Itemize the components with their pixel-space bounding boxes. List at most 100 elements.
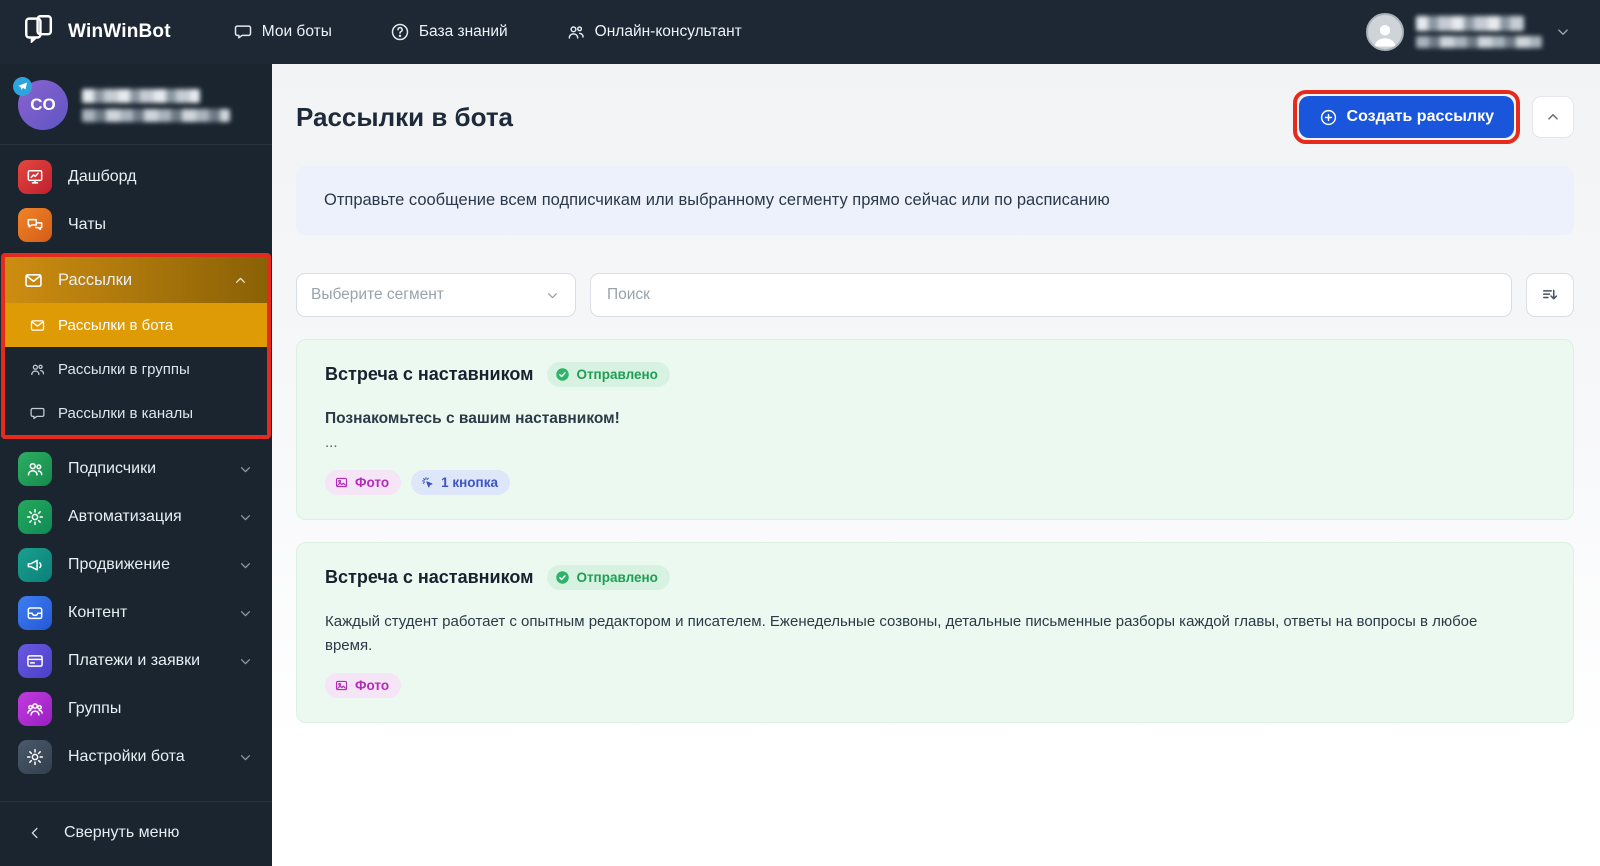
- gear-icon: [18, 500, 52, 534]
- broadcast-message-line: Познакомьтесь с вашим наставником!: [325, 410, 620, 427]
- sidebar-item-promotion[interactable]: Продвижение: [0, 541, 272, 589]
- sidebar-subitem-broadcasts-groups[interactable]: Рассылки в группы: [5, 347, 267, 391]
- broadcast-list: Встреча с наставником Отправлено Познакомь…: [296, 339, 1574, 723]
- sidebar-item-label: Настройки бота: [68, 748, 185, 765]
- chevron-down-icon: [237, 605, 254, 622]
- broadcast-message-preview: Познакомьтесь с вашим наставником!...: [325, 407, 1515, 454]
- sidebar-item-bot-settings[interactable]: Настройки бота: [0, 733, 272, 781]
- redacted-text-block: [1416, 36, 1542, 48]
- broadcast-title: Встреча с наставником: [325, 567, 534, 588]
- megaphone-icon: [18, 548, 52, 582]
- chat-bubble-icon: [233, 22, 253, 42]
- segment-select[interactable]: Выберите сегмент: [296, 273, 576, 317]
- account-initials: CO: [30, 95, 56, 114]
- sidebar-menu-bottom: Подписчики Автоматизация Продвижение Контен…: [0, 443, 272, 781]
- check-circle-icon: [555, 367, 570, 382]
- nav-item-label: База знаний: [418, 23, 508, 40]
- broadcasts-group-annotation: Рассылки Рассылки в бота Рассылки в группы…: [1, 253, 271, 439]
- sidebar-item-payments[interactable]: Платежи и заявки: [0, 637, 272, 685]
- question-circle-icon: [390, 22, 410, 42]
- chevron-down-icon: [544, 287, 561, 304]
- sidebar-item-label: Подписчики: [68, 460, 157, 477]
- sidebar-item-automation[interactable]: Автоматизация: [0, 493, 272, 541]
- subscribers-icon: [18, 452, 52, 486]
- sidebar-item-subscribers[interactable]: Подписчики: [0, 445, 272, 493]
- click-icon: [420, 475, 435, 490]
- sidebar-subitem-label: Рассылки в бота: [58, 316, 174, 334]
- sidebar-item-dashboard[interactable]: Дашборд: [0, 153, 272, 201]
- create-broadcast-label: Создать рассылку: [1346, 108, 1494, 125]
- tag-label: Фото: [355, 677, 390, 693]
- broadcast-title: Встреча с наставником: [325, 364, 534, 384]
- tag-button: 1 кнопка: [411, 470, 510, 496]
- brand-label: WinWinBot: [68, 21, 171, 42]
- chevron-down-icon: [237, 557, 254, 574]
- sidebar-item-label: Дашборд: [68, 168, 137, 185]
- chevron-down-icon: [237, 749, 254, 766]
- info-banner-text: Отправьте сообщение всем подписчикам или…: [324, 191, 1110, 209]
- brand[interactable]: WinWinBot: [22, 12, 171, 52]
- photo-icon: [334, 678, 349, 693]
- broadcast-card[interactable]: Встреча с наставником Отправлено Познакомь…: [296, 339, 1574, 521]
- nav-item-my-bots[interactable]: Мои боты: [233, 22, 332, 42]
- create-button-annotation: Создать рассылку: [1292, 90, 1520, 144]
- chevron-up-icon: [232, 272, 249, 289]
- nav-item-label: Мои боты: [261, 23, 332, 40]
- sidebar-item-chats[interactable]: Чаты: [0, 201, 272, 249]
- redacted-text-block: [82, 108, 230, 122]
- sort-button[interactable]: [1526, 273, 1574, 317]
- chats-icon: [18, 208, 52, 242]
- sidebar-item-content[interactable]: Контент: [0, 589, 272, 637]
- collapse-menu-button[interactable]: Свернуть меню: [0, 801, 272, 866]
- status-badge-sent: Отправлено: [547, 565, 670, 591]
- sort-descending-icon: [1540, 285, 1560, 305]
- create-broadcast-button[interactable]: Создать рассылку: [1298, 96, 1514, 138]
- collapse-menu-label: Свернуть меню: [64, 824, 180, 841]
- status-badge-label: Отправлено: [576, 570, 658, 586]
- top-navbar: WinWinBot Мои боты База знаний Онлайн-конс…: [0, 0, 1600, 64]
- user-name-redacted: [1416, 16, 1542, 48]
- info-banner: Отправьте сообщение всем подписчикам или…: [296, 166, 1574, 235]
- sidebar-item-label: Рассылки: [58, 270, 133, 289]
- people-icon: [566, 22, 586, 42]
- sidebar-item-broadcasts[interactable]: Рассылки: [5, 257, 267, 303]
- tag-label: Фото: [355, 475, 390, 491]
- user-menu[interactable]: [1366, 13, 1572, 51]
- sidebar-subitem-broadcasts-bot[interactable]: Рассылки в бота: [5, 303, 267, 347]
- search-input[interactable]: [590, 273, 1512, 317]
- redacted-text-block: [82, 88, 200, 103]
- sidebar-subitem-label: Рассылки в каналы: [58, 404, 194, 422]
- groups-icon: [18, 692, 52, 726]
- drawer-icon: [18, 596, 52, 630]
- chevron-down-icon: [237, 653, 254, 670]
- sidebar: CO Дашборд Чаты Рассылки Рассылки в бота Ра…: [0, 64, 272, 866]
- winwinbot-logo-icon: [22, 12, 56, 52]
- chevron-left-icon: [26, 824, 44, 842]
- people-icon: [29, 361, 46, 378]
- sidebar-item-label: Платежи и заявки: [68, 652, 201, 669]
- nav-item-online-consultant[interactable]: Онлайн-консультант: [566, 22, 742, 42]
- broadcast-card[interactable]: Встреча с наставником Отправлено Каждый ст…: [296, 542, 1574, 723]
- collapse-panel-button[interactable]: [1532, 96, 1574, 138]
- sidebar-item-groups[interactable]: Группы: [0, 685, 272, 733]
- sidebar-subitem-broadcasts-channels[interactable]: Рассылки в каналы: [5, 391, 267, 435]
- broadcast-message-preview: Каждый студент работает с опытным редакт…: [325, 610, 1515, 657]
- chevron-down-icon[interactable]: [1554, 23, 1572, 41]
- sidebar-subitem-label: Рассылки в группы: [58, 360, 190, 378]
- account-name-redacted: [82, 88, 230, 122]
- nav-item-knowledge-base[interactable]: База знаний: [390, 22, 508, 42]
- chat-bubble-icon: [29, 405, 46, 422]
- account-avatar: CO: [13, 77, 68, 130]
- redacted-text-block: [1416, 16, 1524, 31]
- account-block[interactable]: CO: [0, 64, 272, 145]
- status-badge-label: Отправлено: [576, 367, 658, 382]
- sidebar-item-label: Контент: [68, 604, 128, 621]
- top-nav-items: Мои боты База знаний Онлайн-консультант: [233, 22, 742, 42]
- broadcast-message-line: ...: [325, 434, 338, 452]
- photo-icon: [334, 475, 349, 490]
- tag-photo: Фото: [325, 470, 402, 496]
- envelope-icon: [29, 317, 46, 334]
- main-content: Рассылки в бота Создать рассылку Отправь…: [272, 64, 1600, 866]
- status-badge-sent: Отправлено: [547, 362, 670, 387]
